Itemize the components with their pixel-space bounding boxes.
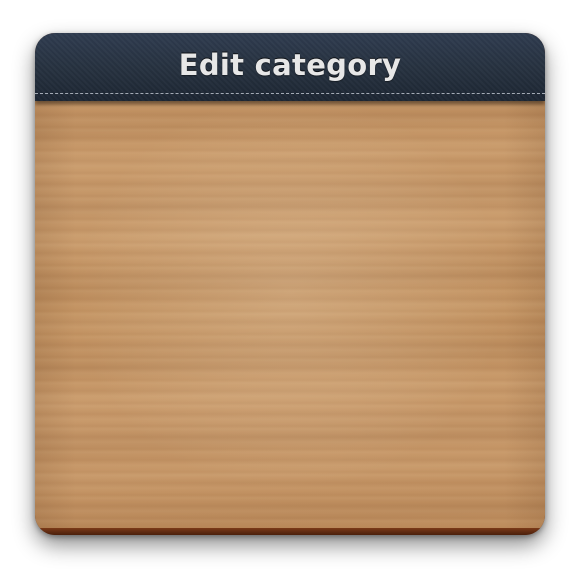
header-stitch-divider (35, 93, 545, 94)
dialog-body-wood-panel (35, 101, 545, 528)
dialog-header: Edit category (35, 33, 545, 101)
dialog-title: Edit category (178, 48, 402, 82)
edit-category-dialog: Edit category (35, 33, 545, 535)
dialog-bottom-edge (35, 528, 545, 535)
